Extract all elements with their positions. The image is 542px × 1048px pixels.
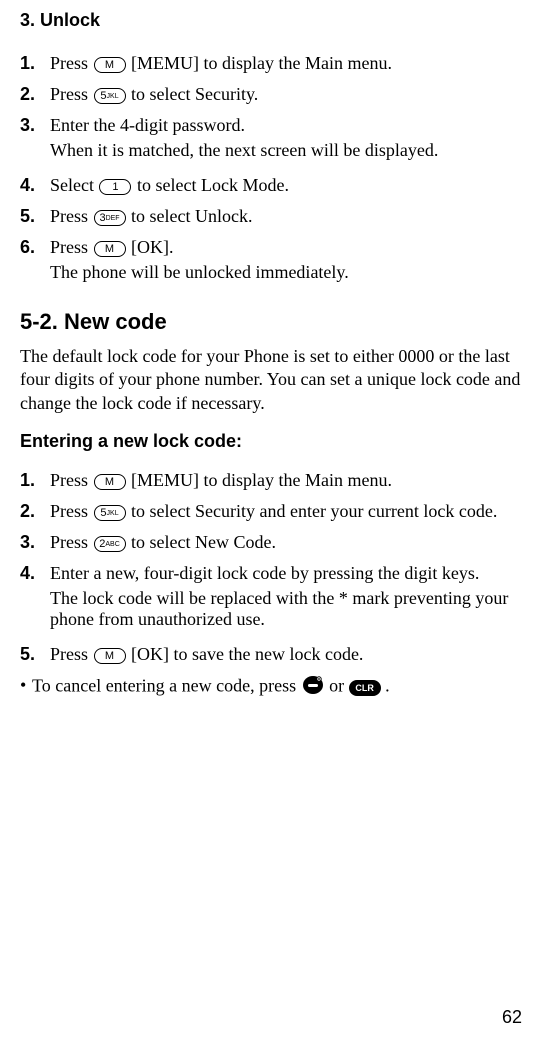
step-text: The phone will be unlocked immediately. <box>50 262 522 283</box>
step-text: Press 2ABC to select New Code. <box>50 532 276 552</box>
step-text: Press 5JKL to select Security. <box>50 84 258 104</box>
heading-unlock: 3. Unlock <box>20 10 522 31</box>
nc-step-4: 4. Enter a new, four-digit lock code by … <box>20 563 522 634</box>
step-number: 2. <box>20 501 50 522</box>
two-key-icon: 2ABC <box>94 536 126 552</box>
step-text: The lock code will be replaced with the … <box>50 588 522 630</box>
m-key-icon: M <box>94 57 126 73</box>
m-key-icon: M <box>94 241 126 257</box>
text: Press <box>50 53 93 73</box>
clr-key-icon: CLR <box>349 680 381 696</box>
step-text: Press M [MEMU] to display the Main menu. <box>50 53 392 73</box>
nc-step-3: 3. Press 2ABC to select New Code. <box>20 532 522 553</box>
step-number: 4. <box>20 563 50 634</box>
step-number: 5. <box>20 644 50 665</box>
bullet-icon: • <box>20 675 32 696</box>
m-key-icon: M <box>94 648 126 664</box>
page-number: 62 <box>502 1007 522 1028</box>
text: Press <box>50 206 93 226</box>
step-2: 2. Press 5JKL to select Security. <box>20 84 522 105</box>
new-code-intro: The default lock code for your Phone is … <box>20 345 522 415</box>
step-5: 5. Press 3DEF to select Unlock. <box>20 206 522 227</box>
step-number: 2. <box>20 84 50 105</box>
step-text: Enter a new, four-digit lock code by pre… <box>50 563 522 584</box>
text: Press <box>50 532 93 552</box>
text: [OK] to save the new lock code. <box>127 644 364 664</box>
text: Press <box>50 237 93 257</box>
text: to select Unlock. <box>127 206 253 226</box>
step-number: 4. <box>20 175 50 196</box>
text: The lock code will be replaced with the <box>50 588 339 608</box>
nc-step-1: 1. Press M [MEMU] to display the Main me… <box>20 470 522 491</box>
text: to select Security. <box>127 84 259 104</box>
step-text: Enter the 4-digit password. <box>50 115 522 136</box>
step-text: Press M [MEMU] to display the Main menu. <box>50 470 392 490</box>
text: Press <box>50 501 93 521</box>
step-text: Press 3DEF to select Unlock. <box>50 206 252 226</box>
nc-step-5: 5. Press M [OK] to save the new lock cod… <box>20 644 522 665</box>
text: [MEMU] to display the Main menu. <box>127 470 392 490</box>
text: Press <box>50 470 93 490</box>
text: Select <box>50 175 98 195</box>
nc-step-2: 2. Press 5JKL to select Security and ent… <box>20 501 522 522</box>
step-text: Press 5JKL to select Security and enter … <box>50 501 497 521</box>
text: [MEMU] to display the Main menu. <box>127 53 392 73</box>
step-4: 4. Select 1 to select Lock Mode. <box>20 175 522 196</box>
step-3: 3. Enter the 4-digit password. When it i… <box>20 115 522 165</box>
text: to select Lock Mode. <box>132 175 288 195</box>
m-key-icon: M <box>94 474 126 490</box>
end-key-icon <box>301 675 325 700</box>
step-number: 1. <box>20 470 50 491</box>
text: to select Security and enter your curren… <box>127 501 498 521</box>
step-number: 5. <box>20 206 50 227</box>
step-text: Select 1 to select Lock Mode. <box>50 175 289 195</box>
cancel-note: • To cancel entering a new code, press o… <box>20 675 522 700</box>
five-key-icon: 5JKL <box>94 88 126 104</box>
five-key-icon: 5JKL <box>94 505 126 521</box>
step-number: 6. <box>20 237 50 287</box>
text: Press <box>50 84 93 104</box>
asterisk-icon: * <box>339 588 348 608</box>
text: [OK]. <box>127 237 174 257</box>
text: to select New Code. <box>127 532 276 552</box>
three-key-icon: 3DEF <box>94 210 126 226</box>
text: or <box>325 676 349 696</box>
step-number: 3. <box>20 115 50 165</box>
step-text: Press M [OK]. <box>50 237 522 258</box>
step-number: 3. <box>20 532 50 553</box>
step-text: When it is matched, the next screen will… <box>50 140 522 161</box>
step-6: 6. Press M [OK]. The phone will be unloc… <box>20 237 522 287</box>
newcode-steps: 1. Press M [MEMU] to display the Main me… <box>20 470 522 665</box>
heading-new-code: 5-2. New code <box>20 309 522 335</box>
one-key-icon: 1 <box>99 179 131 195</box>
text: Press <box>50 644 93 664</box>
text: . <box>381 676 390 696</box>
text: To cancel entering a new code, press <box>32 676 301 696</box>
unlock-steps: 1. Press M [MEMU] to display the Main me… <box>20 53 522 287</box>
step-number: 1. <box>20 53 50 74</box>
step-text: Press M [OK] to save the new lock code. <box>50 644 363 664</box>
step-1: 1. Press M [MEMU] to display the Main me… <box>20 53 522 74</box>
heading-entering-lock-code: Entering a new lock code: <box>20 431 522 452</box>
